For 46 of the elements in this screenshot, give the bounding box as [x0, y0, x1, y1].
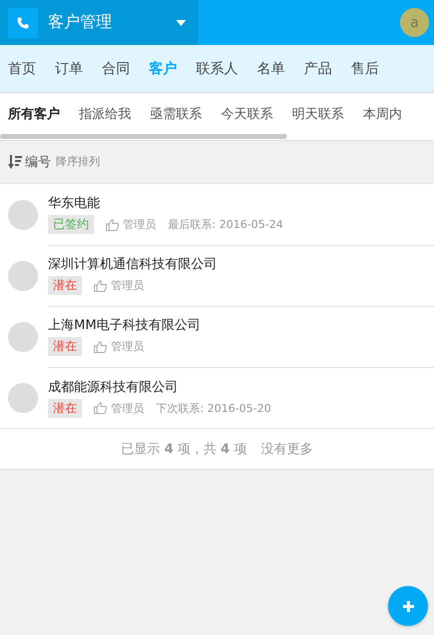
customer-avatar: [8, 200, 38, 230]
status-tag: 潜在: [48, 337, 82, 356]
customer-name[interactable]: 华东电能: [48, 194, 434, 212]
nav-tab[interactable]: 名单: [257, 60, 285, 78]
add-button[interactable]: [388, 586, 428, 626]
customer-avatar: [8, 260, 38, 290]
thumbs-up-icon: [94, 280, 107, 292]
customer-avatar: [8, 322, 38, 352]
contact-date: 最后联系: 2016-05-24: [168, 217, 284, 232]
owner-name: 管理员: [111, 400, 144, 416]
owner-name: 管理员: [123, 217, 156, 232]
status-tag: 潜在: [48, 398, 82, 418]
thumbs-up-icon: [106, 218, 119, 230]
status-tag: 潜在: [48, 276, 82, 295]
filter-tab[interactable]: 所有客户: [8, 105, 60, 123]
filter-tab[interactable]: 今天联系: [221, 105, 273, 123]
sort-order: 降序排列: [56, 154, 100, 169]
filter-tab[interactable]: 指派给我: [79, 105, 131, 123]
phone-icon: [17, 16, 29, 28]
thumbs-up-icon: [94, 340, 107, 352]
status-tag: 已签约: [48, 215, 94, 234]
filter-tab[interactable]: 明天联系: [292, 105, 344, 123]
nav-tab[interactable]: 首页: [8, 60, 36, 78]
thumbs-up-icon: [94, 402, 107, 414]
owner-name: 管理员: [111, 339, 144, 354]
plus-icon: [402, 600, 414, 612]
phone-button[interactable]: [8, 8, 38, 38]
customer-avatar: [8, 382, 38, 412]
caret-icon[interactable]: [176, 20, 186, 26]
filter-tab[interactable]: 本周内: [363, 105, 402, 123]
nav-tab[interactable]: 合同: [102, 60, 130, 78]
nav-tab[interactable]: 订单: [55, 60, 83, 78]
customer-name[interactable]: 上海MM电子科技有限公司: [48, 316, 434, 334]
no-more-text: 没有更多: [260, 441, 313, 458]
filter-tab[interactable]: 亟需联系: [150, 105, 202, 123]
result-summary: 已显示 4 项，共 4 项: [121, 441, 247, 458]
nav-tab[interactable]: 联系人: [196, 60, 238, 78]
customer-name[interactable]: 深圳计算机通信科技有限公司: [48, 255, 434, 273]
sort-descending-icon[interactable]: [8, 154, 22, 168]
nav-tab[interactable]: 售后: [351, 60, 379, 78]
contact-date: 下次联系: 2016-05-20: [156, 400, 272, 416]
nav-tab[interactable]: 产品: [304, 60, 332, 78]
sort-field[interactable]: 编号: [25, 152, 51, 170]
app-title: 客户管理: [48, 12, 112, 33]
owner-name: 管理员: [111, 278, 144, 293]
customer-name[interactable]: 成都能源科技有限公司: [48, 378, 434, 396]
